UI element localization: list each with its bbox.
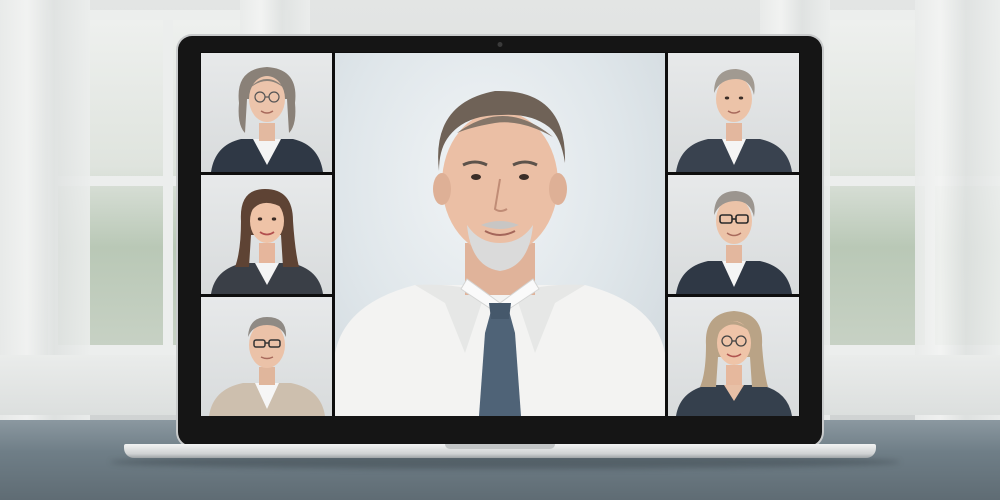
participant-tile-right-3[interactable] — [668, 297, 799, 416]
laptop-base — [124, 444, 876, 458]
participant-tile-left-2[interactable] — [201, 175, 332, 294]
webcam-icon — [497, 42, 503, 47]
participant-tile-left-3[interactable] — [201, 297, 332, 416]
participant-tile-left-1[interactable] — [201, 53, 332, 172]
participant-avatar — [209, 317, 325, 416]
video-call-screen — [200, 52, 800, 416]
participant-avatar — [676, 69, 792, 172]
participant-tile-right-1[interactable] — [668, 53, 799, 172]
laptop-notch — [445, 444, 555, 449]
participant-avatar — [211, 67, 323, 172]
participant-tile-right-2[interactable] — [668, 175, 799, 294]
active-speaker-avatar — [335, 90, 665, 416]
participant-avatar — [676, 191, 792, 294]
participant-avatar — [211, 189, 323, 294]
participant-avatar — [676, 311, 792, 416]
active-speaker-tile[interactable] — [335, 53, 665, 416]
